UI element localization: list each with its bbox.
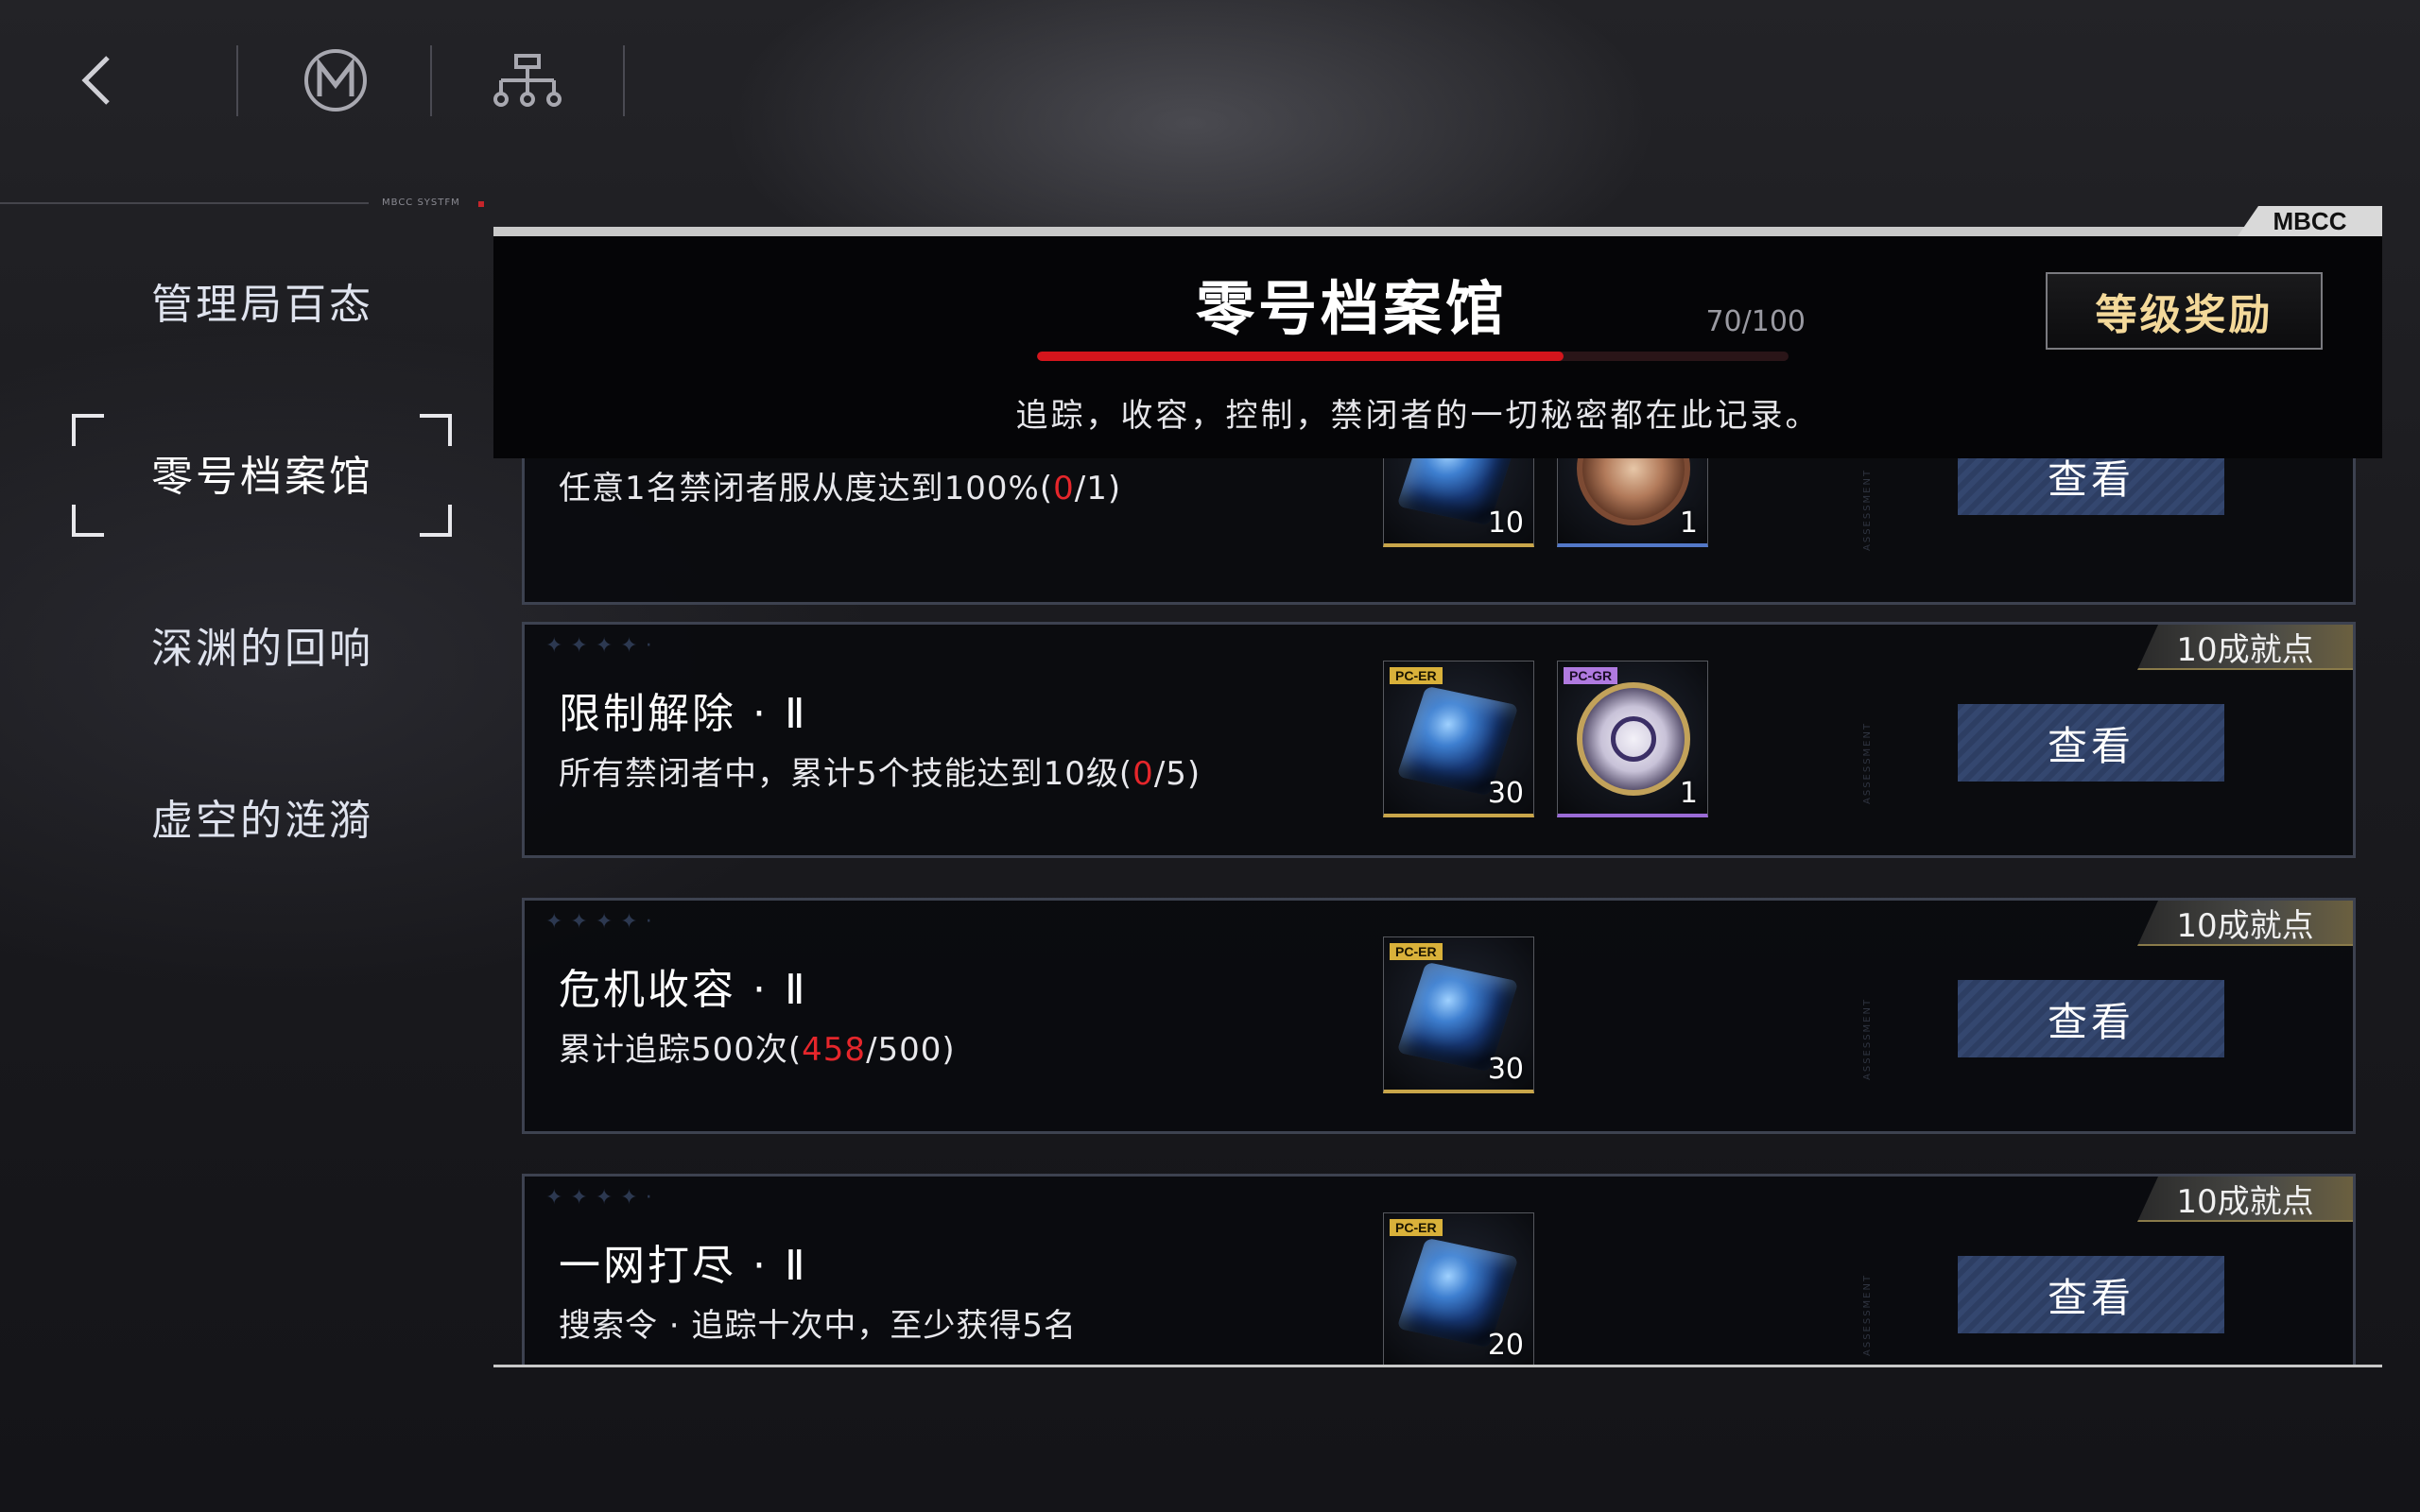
reward-quantity: 20 <box>1487 1329 1524 1362</box>
progress-bar <box>1037 352 1789 361</box>
reward-quantity: 30 <box>1487 777 1524 810</box>
task-title: 限制解除 · Ⅱ <box>559 690 808 738</box>
task-description: 累计追踪500次(458/500) <box>559 1031 956 1069</box>
status-dot <box>478 201 484 207</box>
page-subtitle: 追踪，收容，控制，禁闭者的一切秘密都在此记录。 <box>1015 397 1821 435</box>
org-chart-icon <box>493 54 562 107</box>
level-reward-button[interactable]: 等级奖励 <box>2046 272 2323 350</box>
sidebar-item-abyss-echo[interactable]: 深渊的回响 <box>151 607 435 682</box>
task-progress-current: 0 <box>1132 755 1154 793</box>
reward-item[interactable]: PC-GR 1 <box>1557 661 1708 817</box>
view-button[interactable]: 查看 <box>1958 704 2224 782</box>
assessment-label: ASSESSMENT <box>1862 997 1873 1080</box>
reward-tag: PC-ER <box>1390 1219 1443 1236</box>
mbcc-corner-tag: MBCC <box>2238 206 2382 236</box>
assessment-label: ASSESSMENT <box>1862 468 1873 551</box>
reward-item[interactable]: PC-ER 20 <box>1383 1212 1534 1366</box>
reward-quantity: 1 <box>1679 507 1698 540</box>
top-bar <box>0 0 662 132</box>
reward-quantity: 1 <box>1679 777 1698 810</box>
view-button[interactable]: 查看 <box>1958 1256 2224 1333</box>
reward-tag: PC-ER <box>1390 943 1443 960</box>
back-button[interactable] <box>11 38 182 123</box>
task-progress-current: 0 <box>1053 470 1075 507</box>
task-card: ✦✦✦✦· 10成就点 危机收容 · Ⅱ 累计追踪500次(458/500) P… <box>522 898 2356 1134</box>
reward-quantity: 10 <box>1487 507 1524 540</box>
sidebar-item-label: 虚空的涟漪 <box>151 797 373 845</box>
reward-item[interactable]: PC-ER 30 <box>1383 661 1534 817</box>
task-description: 搜索令 · 追踪十次中，至少获得5名 <box>559 1307 1078 1345</box>
sidebar-item-label: 深渊的回响 <box>151 625 373 673</box>
selection-bracket <box>72 505 104 537</box>
m-emblem-icon <box>304 49 367 112</box>
achievement-badge: 10成就点 <box>2137 1177 2353 1222</box>
selection-bracket <box>72 414 104 446</box>
reward-item[interactable]: 1 <box>1557 458 1708 547</box>
task-card: ✦✦✦✦· 10成就点 限制解除 · Ⅱ 所有禁闭者中，累计5个技能达到10级(… <box>522 622 2356 858</box>
page-title: 零号档案馆 <box>1195 274 1508 343</box>
view-button[interactable]: 查看 <box>1958 458 2224 515</box>
achievement-badge: 10成就点 <box>2137 901 2353 946</box>
toolbar-divider <box>623 45 625 116</box>
task-card: ✦✦✦✦· 10成就点 一网打尽 · Ⅱ 搜索令 · 追踪十次中，至少获得5名 … <box>522 1174 2356 1366</box>
progress-fill <box>1037 352 1564 361</box>
progress-count: 70/100 <box>1705 305 1806 338</box>
task-title: 危机收容 · Ⅱ <box>559 966 808 1014</box>
toolbar-divider <box>236 45 238 116</box>
reward-quantity: 30 <box>1487 1053 1524 1086</box>
chevron-left-icon <box>81 56 110 105</box>
task-description: 所有禁闭者中，累计5个技能达到10级(0/5) <box>559 755 1201 793</box>
sidebar-item-management[interactable]: 管理局百态 <box>151 263 435 338</box>
task-title: 一网打尽 · Ⅱ <box>559 1242 808 1290</box>
task-list[interactable]: 任意1名禁闭者服从度达到100%(0/1) 10 1 ASSESSMENT 查看… <box>493 458 2384 1366</box>
task-card: 任意1名禁闭者服从度达到100%(0/1) 10 1 ASSESSMENT 查看 <box>522 458 2356 605</box>
assessment-label: ASSESSMENT <box>1862 1273 1873 1356</box>
panel-bottom-line <box>493 1365 2382 1367</box>
panel-top-strip <box>493 227 2382 236</box>
star-rating: ✦✦✦✦· <box>545 1186 660 1210</box>
reward-item[interactable]: 10 <box>1383 458 1534 547</box>
star-rating: ✦✦✦✦· <box>545 634 660 658</box>
sidebar-item-label: 零号档案馆 <box>151 453 373 501</box>
reward-tag: PC-ER <box>1390 667 1443 684</box>
task-progress-current: 458 <box>802 1031 867 1069</box>
medal-icon <box>1577 682 1690 796</box>
selection-bracket <box>420 505 452 537</box>
home-button[interactable] <box>251 38 421 123</box>
view-button[interactable]: 查看 <box>1958 980 2224 1057</box>
sidebar-item-void-ripple[interactable]: 虚空的涟漪 <box>151 779 435 854</box>
sidebar-divider <box>0 202 369 204</box>
star-rating: ✦✦✦✦· <box>545 910 660 934</box>
task-description: 任意1名禁闭者服从度达到100%(0/1) <box>559 470 1122 507</box>
hierarchy-button[interactable] <box>442 38 613 123</box>
reward-item[interactable]: PC-ER 30 <box>1383 936 1534 1093</box>
sidebar-item-zero-archive[interactable]: 零号档案馆 <box>151 435 435 510</box>
system-tag: MBCC SYSTFM <box>382 198 460 208</box>
assessment-label: ASSESSMENT <box>1862 721 1873 804</box>
achievement-badge: 10成就点 <box>2137 625 2353 670</box>
selection-bracket <box>420 414 452 446</box>
sidebar-item-label: 管理局百态 <box>151 281 373 329</box>
toolbar-divider <box>430 45 432 116</box>
reward-tag: PC-GR <box>1564 667 1618 684</box>
medal-icon <box>1577 458 1690 525</box>
